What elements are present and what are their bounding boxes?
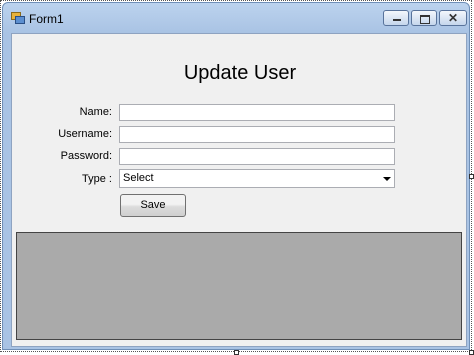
form-window: Form1 ✕ Update User Name: Username: Pass…	[2, 2, 470, 350]
form-client-area: Update User Name: Username: Password: Ty…	[11, 33, 467, 347]
type-dropdown[interactable]: Select	[119, 169, 395, 188]
title-bar[interactable]: Form1 ✕	[3, 3, 469, 33]
resize-handle-corner[interactable]	[469, 350, 474, 355]
page-title: Update User	[183, 62, 297, 84]
name-label: Name:	[79, 106, 112, 118]
maximize-icon	[412, 11, 436, 25]
form-icon	[11, 12, 25, 24]
save-button[interactable]: Save	[120, 194, 186, 217]
password-field[interactable]	[119, 148, 395, 165]
username-field[interactable]	[119, 126, 395, 143]
type-label: Type :	[82, 173, 112, 185]
name-field[interactable]	[119, 104, 395, 121]
password-label: Password:	[60, 150, 112, 162]
resize-handle-bottom[interactable]	[234, 350, 239, 355]
minimize-icon	[384, 11, 408, 25]
window-title: Form1	[29, 12, 64, 26]
chevron-down-icon[interactable]	[383, 177, 391, 181]
maximize-button[interactable]	[411, 10, 437, 26]
resize-handle-right[interactable]	[469, 174, 474, 179]
close-icon: ✕	[447, 11, 459, 25]
type-selected-value: Select	[123, 172, 154, 184]
close-button[interactable]: ✕	[439, 10, 467, 26]
minimize-button[interactable]	[383, 10, 409, 26]
data-grid-panel[interactable]	[16, 232, 462, 340]
username-label: Username:	[58, 128, 112, 140]
